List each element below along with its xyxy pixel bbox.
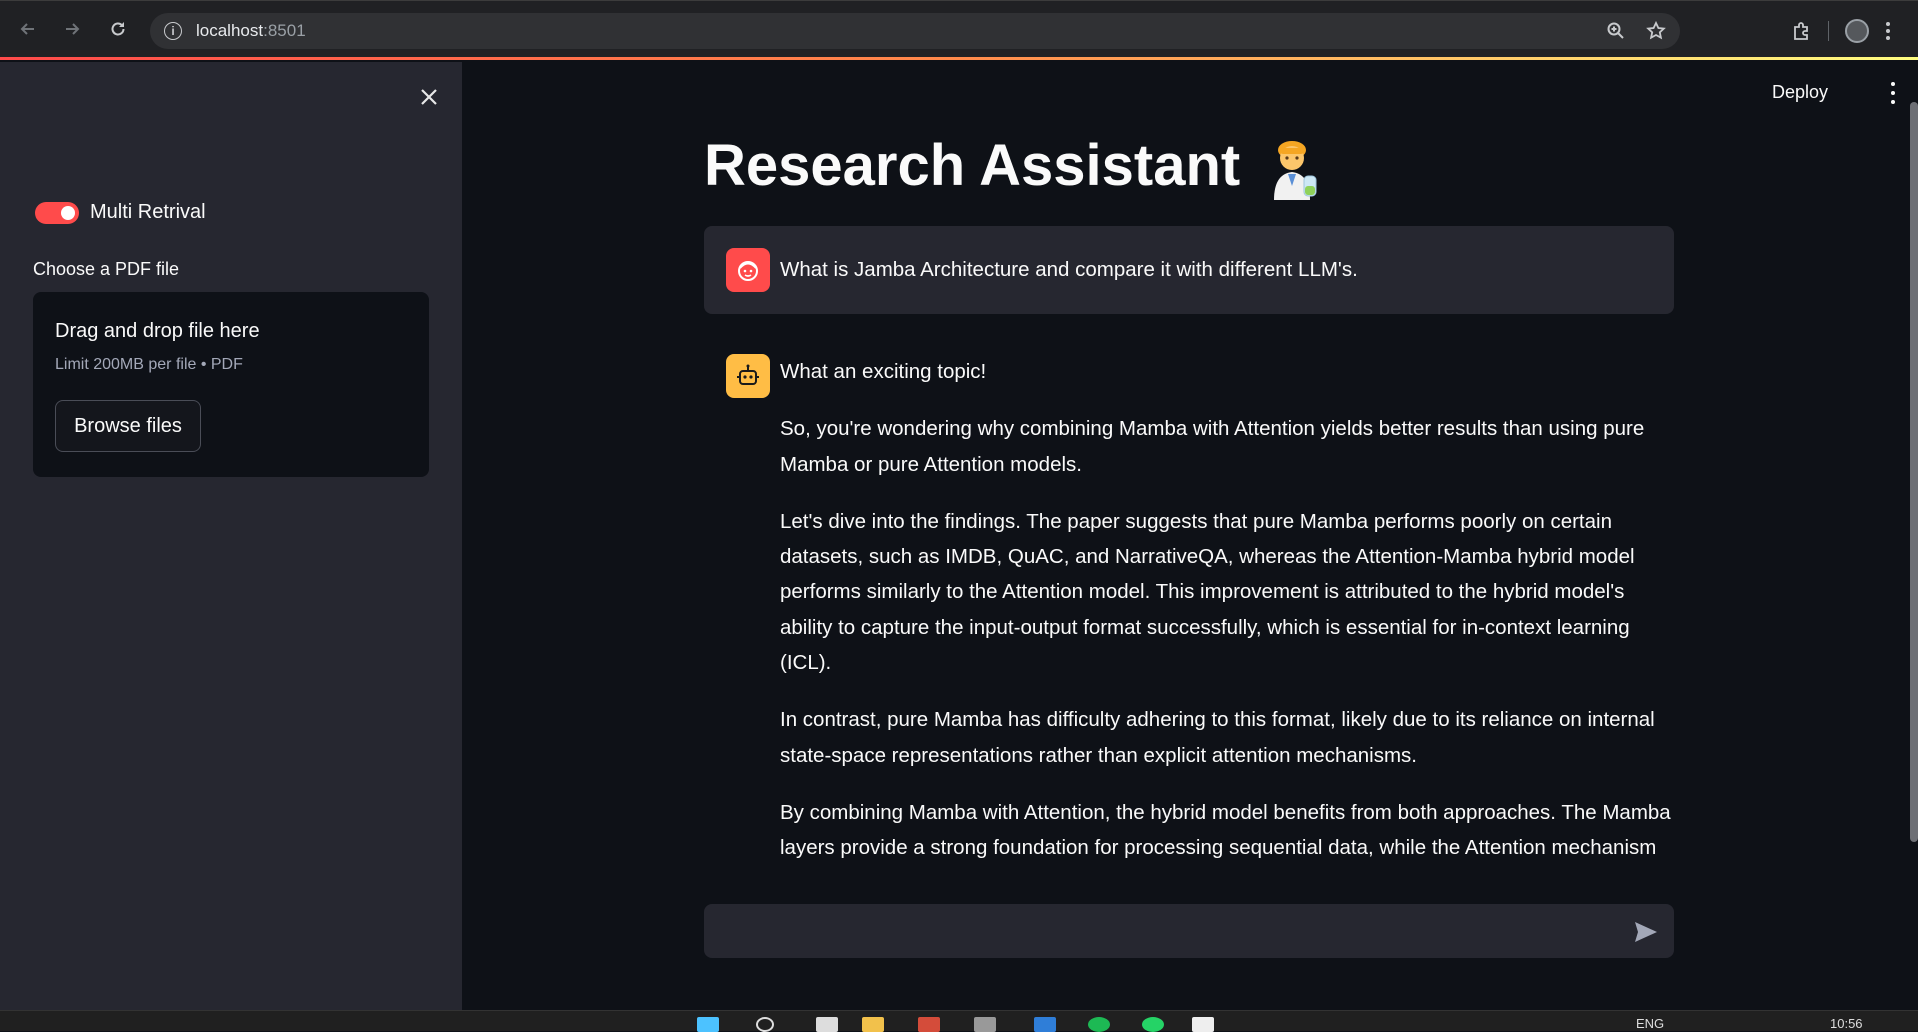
- deploy-button[interactable]: Deploy: [1772, 82, 1828, 103]
- chrome-menu-icon[interactable]: [1885, 21, 1891, 41]
- assistant-paragraph: By combining Mamba with Attention, the h…: [780, 800, 1671, 874]
- vscode-icon[interactable]: [1034, 1017, 1056, 1032]
- windows-start-icon[interactable]: [697, 1017, 719, 1032]
- toolbar-divider: [1828, 21, 1829, 41]
- language-indicator[interactable]: ENG: [1636, 1016, 1664, 1031]
- assistant-paragraph: Let's dive into the findings. The paper …: [780, 509, 1635, 675]
- assistant-paragraph: What an exciting topic!: [780, 360, 987, 383]
- browser-toolbar: i localhost:8501: [0, 0, 1918, 60]
- os-taskbar: ENG 10:56: [0, 1010, 1918, 1032]
- back-arrow-icon[interactable]: [14, 15, 42, 43]
- reload-icon[interactable]: [104, 15, 132, 43]
- scrollbar[interactable]: [1910, 102, 1918, 842]
- main-content: Deploy Research Assistant What is Jamba …: [462, 62, 1918, 1010]
- chat-input[interactable]: [704, 904, 1674, 958]
- site-info-icon[interactable]: i: [164, 22, 182, 40]
- clock[interactable]: 10:56: [1830, 1016, 1863, 1031]
- profile-avatar-icon[interactable]: [1845, 19, 1869, 43]
- multi-retrieval-toggle-row: Multi Retrival: [35, 201, 206, 224]
- user-chat-message: What is Jamba Architecture and compare i…: [704, 226, 1674, 314]
- app-icon[interactable]: [918, 1017, 940, 1032]
- toggle-label: Multi Retrival: [90, 201, 206, 223]
- main-menu-icon[interactable]: [1890, 82, 1896, 104]
- whatsapp-icon[interactable]: [1142, 1017, 1164, 1032]
- multi-retrieval-toggle[interactable]: [35, 201, 79, 224]
- assistant-chat-message: What an exciting topic! So, you're wonde…: [780, 354, 1680, 874]
- bookmark-star-icon[interactable]: [1646, 21, 1666, 41]
- send-icon[interactable]: [1632, 918, 1660, 946]
- dropzone-limit-text: Limit 200MB per file • PDF: [55, 356, 243, 373]
- app-icon[interactable]: [974, 1017, 996, 1032]
- page-title: Research Assistant: [704, 132, 1318, 200]
- forward-arrow-icon[interactable]: [58, 15, 86, 43]
- assistant-avatar-icon: [726, 354, 770, 398]
- spotify-icon[interactable]: [1088, 1017, 1110, 1032]
- dropzone-title: Drag and drop file here: [55, 320, 260, 342]
- app-icon[interactable]: [1192, 1017, 1214, 1032]
- user-message-text: What is Jamba Architecture and compare i…: [780, 258, 1358, 281]
- assistant-paragraph: So, you're wondering why combining Mamba…: [780, 417, 1645, 476]
- url-text: localhost:8501: [196, 21, 306, 40]
- search-icon[interactable]: [756, 1017, 774, 1032]
- zoom-icon[interactable]: [1606, 21, 1626, 41]
- task-view-icon[interactable]: [816, 1017, 838, 1032]
- file-explorer-icon[interactable]: [862, 1017, 884, 1032]
- file-dropzone[interactable]: Drag and drop file here Limit 200MB per …: [33, 292, 429, 477]
- sidebar: Multi Retrival Choose a PDF file Drag an…: [0, 62, 462, 1010]
- browse-files-button[interactable]: Browse files: [55, 400, 201, 452]
- user-avatar-icon: [726, 248, 770, 292]
- toggle-knob: [61, 205, 75, 220]
- file-uploader-label: Choose a PDF file: [33, 259, 180, 279]
- assistant-paragraph: In contrast, pure Mamba has difficulty a…: [780, 708, 1655, 767]
- page-title-text: Research Assistant: [704, 133, 1241, 198]
- extensions-icon[interactable]: [1792, 21, 1812, 41]
- loading-accent-line: [0, 57, 1918, 60]
- address-bar[interactable]: i localhost:8501: [150, 13, 1680, 49]
- scientist-emoji-icon: [1268, 136, 1318, 200]
- close-sidebar-icon[interactable]: [415, 83, 443, 111]
